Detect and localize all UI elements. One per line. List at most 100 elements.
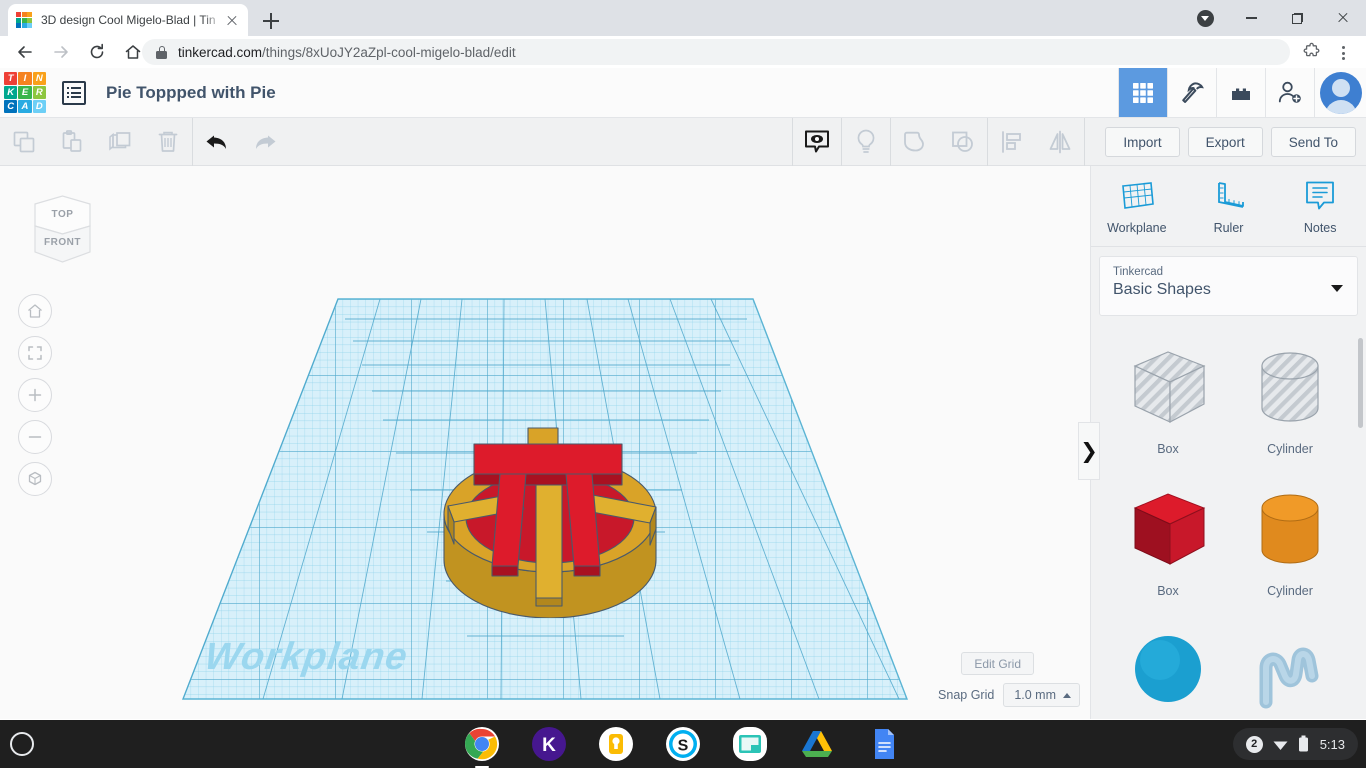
snap-grid-control: Snap Grid 1.0 mm [938, 683, 1080, 707]
model-pie-with-pi[interactable] [430, 418, 670, 618]
shape-library-select[interactable]: Tinkercad Basic Shapes [1099, 256, 1358, 316]
puzzle-piece-icon [1302, 42, 1322, 62]
snap-grid-select[interactable]: 1.0 mm [1003, 683, 1080, 707]
notes-tool[interactable]: Notes [1274, 166, 1366, 246]
view-cube-front-label: FRONT [25, 237, 100, 248]
perspective-toggle-button[interactable] [18, 462, 52, 496]
fit-to-view-button[interactable] [18, 336, 52, 370]
red-box-shape [1120, 482, 1216, 578]
project-menu-button[interactable] [62, 81, 86, 105]
teal-app-icon[interactable] [732, 726, 768, 762]
delete-button[interactable] [144, 118, 192, 166]
copy-button[interactable] [0, 118, 48, 166]
view-cube[interactable]: TOP FRONT [25, 190, 100, 268]
logo-tile-t: T [4, 72, 17, 85]
ruler-tool[interactable]: Ruler [1183, 166, 1275, 246]
shape-item-hole-box[interactable]: Box [1107, 340, 1229, 456]
invite-person-icon[interactable] [1265, 68, 1314, 117]
url-path: /things/8xUoJY2aZpl-cool-migelo-blad/edi… [262, 45, 516, 60]
shape-item-blue-sphere[interactable] [1107, 624, 1229, 719]
workplane-tool[interactable]: Workplane [1091, 166, 1183, 246]
new-tab-button[interactable] [258, 8, 284, 34]
shape-item-orange-cylinder[interactable]: Cylinder [1229, 482, 1351, 598]
shapes-panel: Workplane Ruler [1090, 166, 1366, 719]
browser-toolbar: tinkercad.com/things/8xUoJY2aZpl-cool-mi… [0, 36, 1366, 68]
lock-icon [156, 46, 167, 59]
3d-canvas[interactable]: Workplane [0, 166, 1090, 719]
edit-grid-button[interactable]: Edit Grid [961, 652, 1034, 675]
taskbar-apps: K S [0, 720, 1366, 768]
close-window-button[interactable] [1320, 0, 1366, 36]
panel-scrollbar[interactable] [1358, 338, 1363, 428]
reload-button[interactable] [82, 37, 112, 67]
mirror-button[interactable] [1036, 118, 1084, 166]
extensions-button[interactable] [1302, 42, 1322, 62]
close-tab-icon[interactable] [224, 12, 240, 28]
avatar-image [1320, 72, 1362, 114]
minimize-icon [1246, 17, 1257, 18]
codeblocks-pickaxe-icon[interactable] [1167, 68, 1216, 117]
workplane-icon [1117, 178, 1157, 214]
skype-app-icon[interactable]: S [665, 726, 701, 762]
ungroup-icon [949, 128, 977, 156]
avatar[interactable] [1314, 68, 1366, 117]
logo-tile-e: E [18, 86, 31, 99]
show-hide-eye-button[interactable] [793, 118, 841, 166]
gallery-grid-icon[interactable] [1118, 68, 1167, 117]
duplicate-button[interactable] [96, 118, 144, 166]
chrome-app-icon[interactable] [464, 726, 500, 762]
forward-arrow-icon [52, 43, 70, 61]
downloads-button[interactable] [1182, 0, 1228, 36]
perspective-box-icon [26, 470, 44, 488]
logo-tile-d: D [33, 100, 46, 113]
home-icon [124, 43, 142, 61]
ungroup-shapes-button[interactable] [939, 118, 987, 166]
minimize-button[interactable] [1228, 0, 1274, 36]
hole-box-shape [1120, 340, 1216, 436]
redo-button[interactable] [241, 118, 289, 166]
back-button[interactable] [10, 37, 40, 67]
home-view-icon [26, 302, 44, 320]
zoom-out-button[interactable] [18, 420, 52, 454]
shape-row: Box Cylinder [1107, 482, 1351, 598]
snap-grid-value: 1.0 mm [1014, 688, 1056, 702]
group-shapes-button[interactable] [891, 118, 939, 166]
chrome-menu-button[interactable] [1330, 40, 1356, 66]
scribble-shape [1242, 624, 1338, 719]
home-view-button[interactable] [18, 294, 52, 328]
export-button[interactable]: Export [1188, 127, 1263, 157]
shape-item-hole-cylinder[interactable]: Cylinder [1229, 340, 1351, 456]
url-domain: tinkercad.com [178, 45, 262, 60]
battery-icon [1298, 735, 1309, 753]
browser-tab[interactable]: 3D design Cool Migelo-Blad | Tin [8, 4, 248, 36]
light-bulb-button[interactable] [842, 118, 890, 166]
workplane-label: Workplane [202, 636, 411, 679]
paste-button[interactable] [48, 118, 96, 166]
shape-item-scribble[interactable] [1229, 624, 1351, 719]
eye-bubble-icon [802, 127, 832, 157]
zoom-in-button[interactable] [18, 378, 52, 412]
google-keep-app-icon[interactable] [598, 726, 634, 762]
ruler-tool-label: Ruler [1214, 221, 1244, 235]
forward-button[interactable] [46, 37, 76, 67]
kahoot-app-icon[interactable]: K [531, 726, 567, 762]
align-button[interactable] [988, 118, 1036, 166]
notification-count-badge: 2 [1246, 736, 1263, 753]
address-bar[interactable]: tinkercad.com/things/8xUoJY2aZpl-cool-mi… [142, 39, 1290, 65]
google-drive-app-icon[interactable] [799, 726, 835, 762]
shape-item-red-box[interactable]: Box [1107, 482, 1229, 598]
blocks-brick-icon[interactable] [1216, 68, 1265, 117]
send-to-button[interactable]: Send To [1271, 127, 1356, 157]
close-icon [1337, 12, 1349, 24]
svg-text:S: S [678, 738, 689, 755]
snap-grid-label: Snap Grid [938, 688, 994, 702]
system-tray[interactable]: 2 5:13 [1233, 728, 1358, 760]
notes-icon [1302, 178, 1338, 214]
undo-button[interactable] [193, 118, 241, 166]
import-button[interactable]: Import [1105, 127, 1179, 157]
ruler-icon [1209, 178, 1249, 214]
maximize-button[interactable] [1274, 0, 1320, 36]
google-docs-app-icon[interactable] [866, 726, 902, 762]
tinkercad-logo[interactable]: TINKERCAD [4, 72, 46, 114]
panel-collapse-toggle[interactable]: ❯ [1078, 422, 1100, 480]
